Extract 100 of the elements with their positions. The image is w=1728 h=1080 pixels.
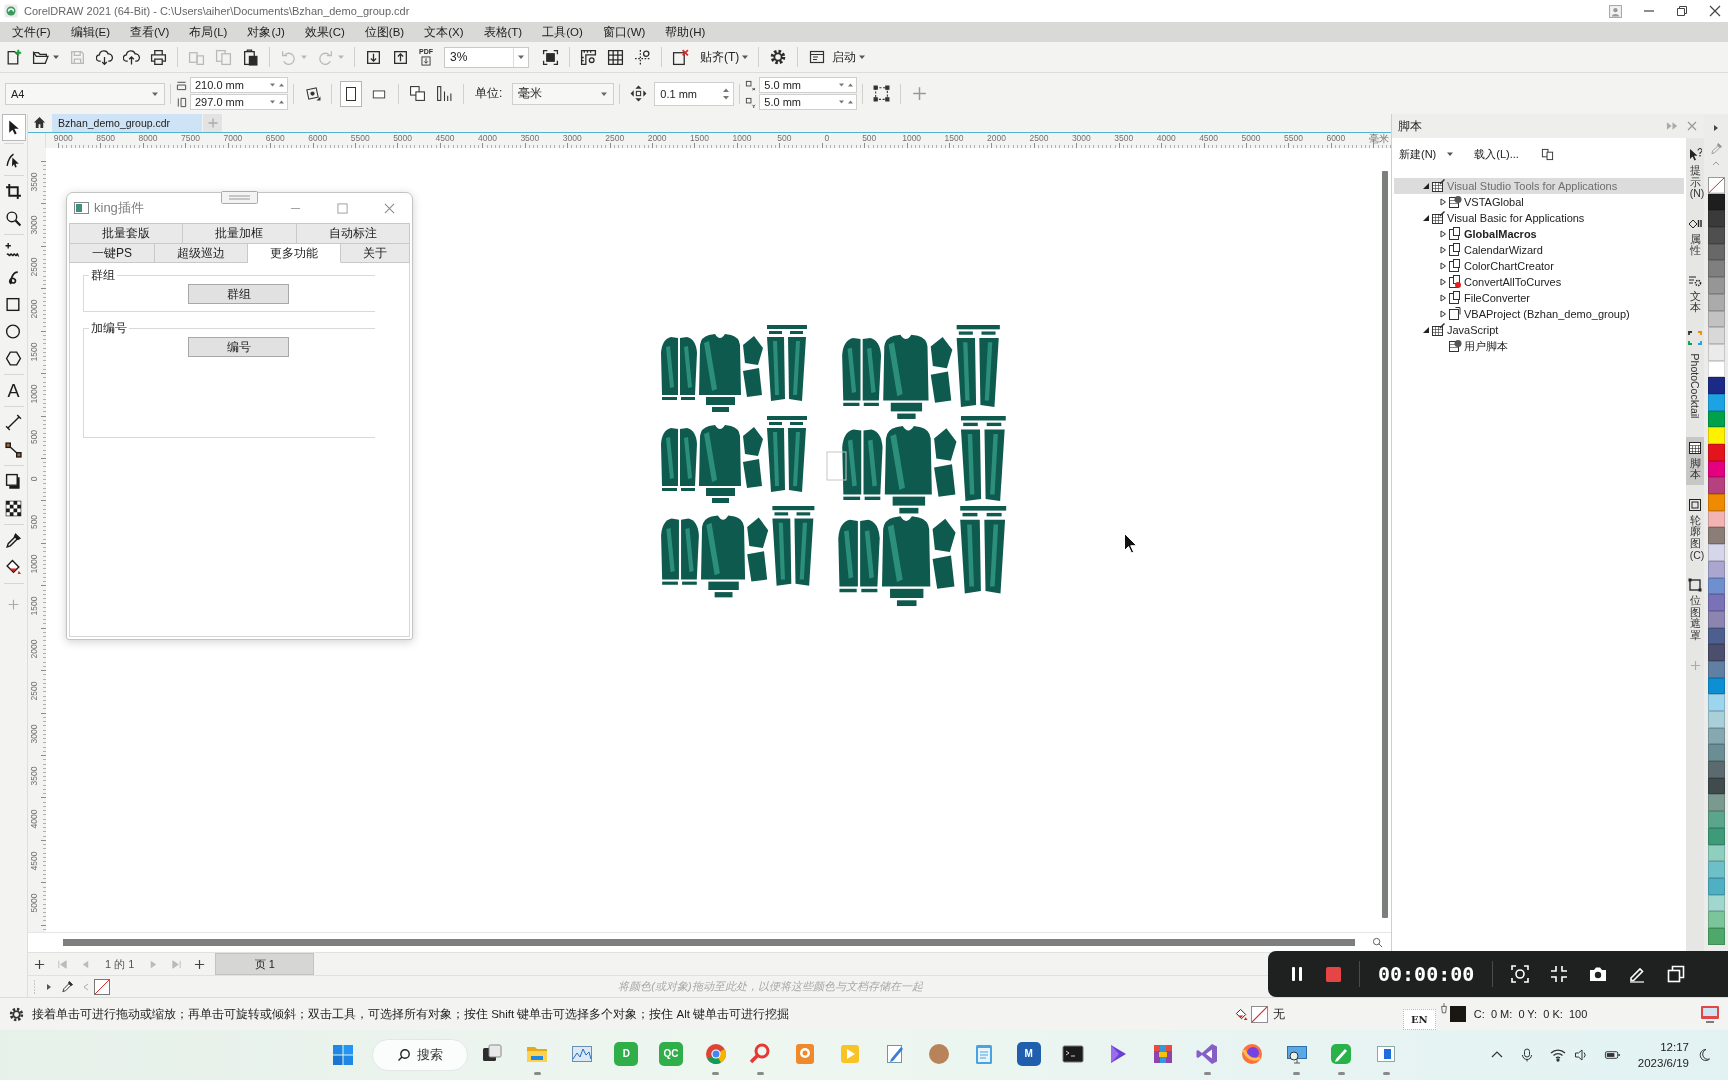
grid-icon[interactable] <box>607 48 624 66</box>
new-document-icon[interactable] <box>5 48 22 66</box>
selection-frame-icon[interactable] <box>873 85 891 102</box>
color-swatch-icon[interactable] <box>1707 811 1725 828</box>
caret-icon[interactable] <box>1446 150 1455 158</box>
pause-icon[interactable] <box>1290 966 1304 982</box>
tree-item[interactable]: 用户脚本 <box>1439 338 1508 354</box>
menu-item[interactable]: 文件(F) <box>12 24 51 40</box>
color-swatch-icon[interactable] <box>1707 527 1725 545</box>
duplicate-y-field[interactable]: 5.0 mm <box>759 94 858 110</box>
battery-icon[interactable] <box>1603 1048 1621 1062</box>
spinner-arrows-icon[interactable] <box>838 98 855 106</box>
drag-handle-icon[interactable] <box>221 191 258 204</box>
tree-item[interactable]: CalendarWizard <box>1439 242 1543 258</box>
copy-sheets-icon[interactable] <box>1540 147 1554 161</box>
screen-icon[interactable] <box>1700 1005 1720 1023</box>
dropdown-arrow-icon[interactable] <box>517 53 525 61</box>
collapsed-triangle-icon[interactable] <box>1439 278 1447 286</box>
color-swatch-icon[interactable] <box>1707 861 1725 878</box>
cloud-download-icon[interactable] <box>96 48 113 66</box>
right-arrow-icon[interactable] <box>45 982 53 991</box>
color-swatch-icon[interactable] <box>1707 694 1725 711</box>
document-tab[interactable]: Bzhan_demo_group.cdr <box>52 114 203 132</box>
taskbar-button[interactable]: M <box>1006 1035 1051 1075</box>
stop-icon[interactable] <box>1326 966 1341 982</box>
horizontal-scrollbar[interactable] <box>63 939 1355 946</box>
duplicate-x-field[interactable]: 5.0 mm <box>759 77 858 93</box>
import-icon[interactable] <box>365 48 382 66</box>
docker-tab[interactable]: 位图遮罩 <box>1686 574 1704 646</box>
docker-tab[interactable]: 轮廓图(C) <box>1686 493 1704 566</box>
home-icon[interactable] <box>33 116 46 129</box>
fit-page-icon[interactable] <box>542 48 559 66</box>
wifi-icon[interactable] <box>1549 1048 1566 1062</box>
dialog-tab[interactable]: 超级巡边 <box>155 243 248 263</box>
collapsed-triangle-icon[interactable] <box>1439 294 1447 302</box>
eyedropper-icon[interactable] <box>61 980 74 993</box>
gear-icon[interactable] <box>8 1005 25 1023</box>
color-swatch-icon[interactable] <box>1707 227 1725 244</box>
menu-item[interactable]: 查看(V) <box>130 24 170 40</box>
search-field[interactable]: 搜索 <box>372 1039 468 1071</box>
vertical-scrollbar[interactable] <box>1381 171 1388 918</box>
microphone-icon[interactable] <box>1519 1048 1534 1062</box>
clock-date[interactable]: 2023/6/19 <box>1637 1055 1689 1071</box>
camera-icon[interactable] <box>1589 965 1608 983</box>
color-swatch-icon[interactable] <box>1707 494 1725 511</box>
docker-tab[interactable]: 文本 <box>1686 269 1704 318</box>
color-swatch-icon[interactable] <box>1707 210 1725 228</box>
color-swatch-icon[interactable] <box>1707 711 1725 728</box>
menu-item[interactable]: 文本(X) <box>424 24 464 40</box>
settings-icon[interactable] <box>769 48 788 66</box>
menu-item[interactable]: 布局(L) <box>189 24 228 40</box>
new-script-button[interactable]: 新建(N) <box>1399 146 1437 162</box>
expanded-triangle-icon[interactable] <box>1422 214 1430 222</box>
menu-item[interactable]: 帮助(H) <box>665 24 706 40</box>
clock-time[interactable]: 12:17 <box>1660 1039 1689 1055</box>
collapsed-triangle-icon[interactable] <box>1439 310 1447 318</box>
color-swatch-icon[interactable] <box>1707 761 1725 778</box>
close-icon[interactable] <box>1709 5 1721 17</box>
docker-tab[interactable]: PhotoCocktail <box>1686 326 1704 428</box>
color-swatch-icon[interactable] <box>1707 744 1725 762</box>
color-swatch-icon[interactable] <box>1707 260 1725 278</box>
pen-icon[interactable] <box>1628 965 1647 983</box>
spinner-arrows-icon[interactable] <box>269 81 285 89</box>
units-dropdown[interactable]: 毫米 <box>512 82 615 105</box>
guidelines-icon[interactable] <box>634 48 651 66</box>
speaker-icon[interactable] <box>1573 1048 1588 1062</box>
menu-item[interactable]: 工具(O) <box>542 24 583 40</box>
ruler-icon[interactable] <box>580 48 597 66</box>
clipboard-icon[interactable] <box>242 48 259 66</box>
menu-item[interactable]: 窗口(W) <box>602 24 646 40</box>
color-swatch-icon[interactable] <box>1707 277 1725 294</box>
collapsed-triangle-icon[interactable] <box>1439 230 1447 238</box>
cloud-upload-icon[interactable] <box>123 48 140 66</box>
dialog-tab[interactable]: 一键PS <box>69 243 155 263</box>
page-height-field[interactable]: 297.0 mm <box>190 94 288 110</box>
docker-tab[interactable]: 脚本 <box>1686 436 1704 485</box>
add-icon[interactable] <box>911 85 929 102</box>
shrink-icon[interactable] <box>1550 965 1569 983</box>
menu-item[interactable]: 表格(T) <box>483 24 523 40</box>
caret-icon[interactable] <box>858 53 867 61</box>
spinner-arrows-icon[interactable] <box>838 81 855 89</box>
spinner-arrows-icon[interactable] <box>269 98 285 106</box>
dialog-tab[interactable]: 批量套版 <box>69 223 184 243</box>
tree-item[interactable]: FileConverter <box>1439 290 1531 306</box>
focus-frame-icon[interactable] <box>1511 965 1530 983</box>
zoom-icon[interactable] <box>1372 937 1383 948</box>
snap-to-menu-button[interactable]: 贴齐(T) <box>694 48 744 66</box>
folder-icon[interactable] <box>32 48 49 66</box>
caret-icon[interactable] <box>741 53 750 61</box>
expanded-triangle-icon[interactable] <box>1422 326 1430 334</box>
color-swatch-icon[interactable] <box>1707 427 1725 444</box>
color-swatch-icon[interactable] <box>1707 911 1725 928</box>
dialog-tab[interactable]: 关于 <box>341 243 410 263</box>
pick-tool-button[interactable] <box>1 114 26 141</box>
printer-icon[interactable] <box>150 48 167 66</box>
window-restore-icon[interactable] <box>1667 965 1686 983</box>
text-tool-button[interactable]: A <box>1 377 26 404</box>
tree-item[interactable]: JavaScript <box>1422 322 1499 338</box>
page-size-dropdown[interactable]: A4 <box>5 82 165 105</box>
launch-menu-button[interactable]: 启动 <box>803 48 861 66</box>
